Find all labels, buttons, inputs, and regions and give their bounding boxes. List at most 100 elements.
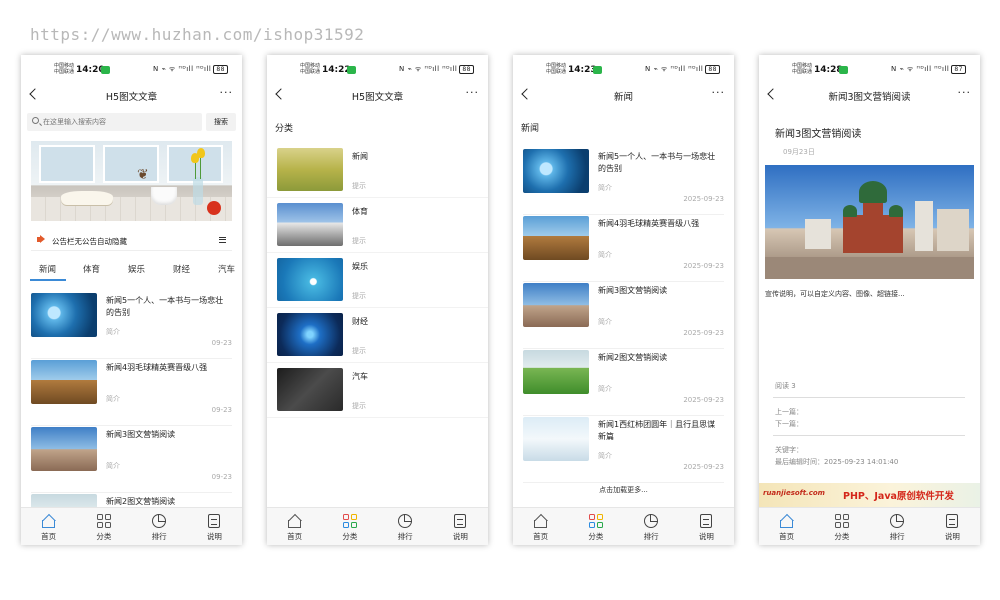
article-item[interactable]: 新闻1西红柿团圆年｜且行且思谋新篇 简介 2025-09-23 xyxy=(523,417,724,483)
article-item[interactable]: 新闻4羽毛球精英赛晋级八强 简介 09-23 xyxy=(31,360,232,426)
tab-rank[interactable]: 排行 xyxy=(624,508,679,545)
category-name: 娱乐 xyxy=(352,262,368,271)
next-article-link[interactable]: 下一篇： xyxy=(775,419,803,429)
tab-about[interactable]: 说明 xyxy=(679,508,734,545)
search-box xyxy=(27,113,202,131)
home-content: 搜索 ❦ 公告栏无公告自动隐藏 新闻 体育 娱乐 财经 汽车 xyxy=(21,109,242,507)
article-item[interactable]: 新闻5一个人、一本书与一场悲壮的告别 简介 09-23 xyxy=(31,293,232,359)
article-item[interactable]: 新闻3图文营销阅读 简介 2025-09-23 xyxy=(523,283,724,349)
nav-bar: 新闻 ··· xyxy=(513,85,734,109)
article-thumbnail xyxy=(523,417,589,461)
tab-rank[interactable]: 排行 xyxy=(132,508,187,545)
keywords-label: 关键字： xyxy=(775,446,803,454)
nav-title: H5图文文章 xyxy=(351,92,404,103)
category-hint: 提示 xyxy=(352,237,366,245)
last-edit-time: 最后编辑时间：2025-09-23 14:01:40 xyxy=(775,458,899,466)
article-item[interactable]: 新闻5一个人、一本书与一场悲壮的告别 简介 2025-09-23 xyxy=(523,149,724,215)
category-thumbnail xyxy=(277,203,343,246)
bottom-tab-bar: 首页 分类 排行 说明 xyxy=(513,507,734,545)
more-icon[interactable]: ··· xyxy=(466,86,480,99)
wechat-icon xyxy=(347,66,356,74)
system-icons: N ⌁ ᯤ ᴴᴰıll ᴴᴰıll 88 xyxy=(153,65,228,74)
article-brief: 简介 xyxy=(598,251,612,259)
section-header: 新闻 xyxy=(521,124,540,134)
search-button[interactable]: 搜索 xyxy=(206,113,236,131)
tab-finance[interactable]: 财经 xyxy=(173,263,190,275)
ad-banner[interactable]: ruanjiesoft.com PHP、Java原创软件开发 xyxy=(759,483,980,507)
prev-article-link[interactable]: 上一篇： xyxy=(775,407,803,417)
category-item[interactable]: 体育 提示 xyxy=(267,198,488,253)
document-icon xyxy=(700,514,713,528)
grid-icon xyxy=(96,514,111,528)
article-date: 09月23日 xyxy=(783,148,815,156)
butterfly-icon: ❦ xyxy=(137,167,149,183)
grid-icon xyxy=(834,514,849,528)
category-item[interactable]: 汽车 提示 xyxy=(267,363,488,418)
tab-label: 说明 xyxy=(698,532,714,541)
article-date: 09-23 xyxy=(211,406,232,414)
menu-icon[interactable] xyxy=(219,237,226,243)
carrier-label: 中国移动 中国联通 xyxy=(792,63,813,75)
tab-about[interactable]: 说明 xyxy=(187,508,242,545)
article-title: 新闻5一个人、一本书与一场悲壮的告别 xyxy=(106,296,224,317)
dome xyxy=(843,205,857,217)
category-name: 体育 xyxy=(352,207,368,216)
more-icon[interactable]: ··· xyxy=(712,86,726,99)
battery-icon: 88 xyxy=(705,65,720,74)
tab-about[interactable]: 说明 xyxy=(433,508,488,545)
tab-entertainment[interactable]: 娱乐 xyxy=(128,263,145,275)
more-icon[interactable]: ··· xyxy=(220,86,234,99)
category-thumbnail xyxy=(277,148,343,191)
more-icon[interactable]: ··· xyxy=(958,86,972,99)
tab-home[interactable]: 首页 xyxy=(759,508,814,545)
article-brief: 简介 xyxy=(598,385,612,393)
tab-news[interactable]: 新闻 xyxy=(39,263,56,275)
battery-icon: 88 xyxy=(459,65,474,74)
banner-window xyxy=(39,145,95,183)
tab-about[interactable]: 说明 xyxy=(925,508,980,545)
banner-image[interactable]: ❦ xyxy=(31,141,232,221)
carrier-label: 中国移动 中国联通 xyxy=(300,63,321,75)
category-item[interactable]: 娱乐 提示 xyxy=(267,253,488,308)
tab-home[interactable]: 首页 xyxy=(267,508,322,545)
notice-bar[interactable]: 公告栏无公告自动隐藏 xyxy=(31,231,232,251)
tab-rank[interactable]: 排行 xyxy=(870,508,925,545)
tab-home[interactable]: 首页 xyxy=(21,508,76,545)
read-count: 阅读 3 xyxy=(775,382,796,390)
tab-label: 排行 xyxy=(889,532,905,541)
bottom-tab-bar: 首页 分类 排行 说明 xyxy=(21,507,242,545)
tab-home[interactable]: 首页 xyxy=(513,508,568,545)
article-item[interactable]: 新闻3图文营销阅读 简介 09-23 xyxy=(31,427,232,493)
watermark-text: https://www.huzhan.com/ishop31592 xyxy=(30,25,365,44)
article-detail-content: 新闻3图文营销阅读 09月23日 宣传说明，可以自定义内容、图像、超链接... … xyxy=(759,109,980,545)
tab-label: 首页 xyxy=(533,532,549,541)
ad-slogan-text: PHP、Java原创软件开发 xyxy=(843,491,954,502)
wechat-icon xyxy=(593,66,602,74)
tab-category[interactable]: 分类 xyxy=(322,508,377,545)
tab-category[interactable]: 分类 xyxy=(76,508,131,545)
article-title: 新闻4羽毛球精英赛晋级八强 xyxy=(598,219,700,228)
category-item[interactable]: 新闻 提示 xyxy=(267,143,488,198)
nav-bar: H5图文文章 ··· xyxy=(21,85,242,109)
nav-title: 新闻3图文营销阅读 xyxy=(828,92,911,103)
search-bar: 搜索 xyxy=(27,113,236,131)
article-item[interactable]: 新闻2图文营销阅读 简介 2025-09-23 xyxy=(523,350,724,416)
grid-icon xyxy=(588,514,603,528)
tab-category[interactable]: 分类 xyxy=(814,508,869,545)
article-brief: 简介 xyxy=(106,395,120,403)
tab-sports[interactable]: 体育 xyxy=(83,263,100,275)
tab-rank[interactable]: 排行 xyxy=(378,508,433,545)
article-thumbnail xyxy=(523,283,589,327)
article-thumbnail xyxy=(31,293,97,337)
load-more-button[interactable]: 点击加载更多... xyxy=(513,485,734,495)
tab-category[interactable]: 分类 xyxy=(568,508,623,545)
article-item[interactable]: 新闻2图文营销阅读 xyxy=(31,494,232,507)
search-input[interactable] xyxy=(43,113,198,131)
article-title: 新闻1西红柿团圆年｜且行且思谋新篇 xyxy=(598,420,716,441)
category-item[interactable]: 财经 提示 xyxy=(267,308,488,363)
phone-category-screen: 中国移动 中国联通 14:22 N ⌁ ᯤ ᴴᴰıll ᴴᴰıll 88 H5图文文… xyxy=(267,55,488,545)
phone-news-list-screen: 中国移动 中国联通 14:23 N ⌁ ᯤ ᴴᴰıll ᴴᴰıll 88 新闻 ··… xyxy=(513,55,734,545)
phone-home-screen: 中国移动 中国联通 14:20 N ⌁ ᯤ ᴴᴰıll ᴴᴰıll 88 H5图文文… xyxy=(21,55,242,545)
article-item[interactable]: 新闻4羽毛球精英赛晋级八强 简介 2025-09-23 xyxy=(523,216,724,282)
tab-auto[interactable]: 汽车 xyxy=(218,263,235,275)
